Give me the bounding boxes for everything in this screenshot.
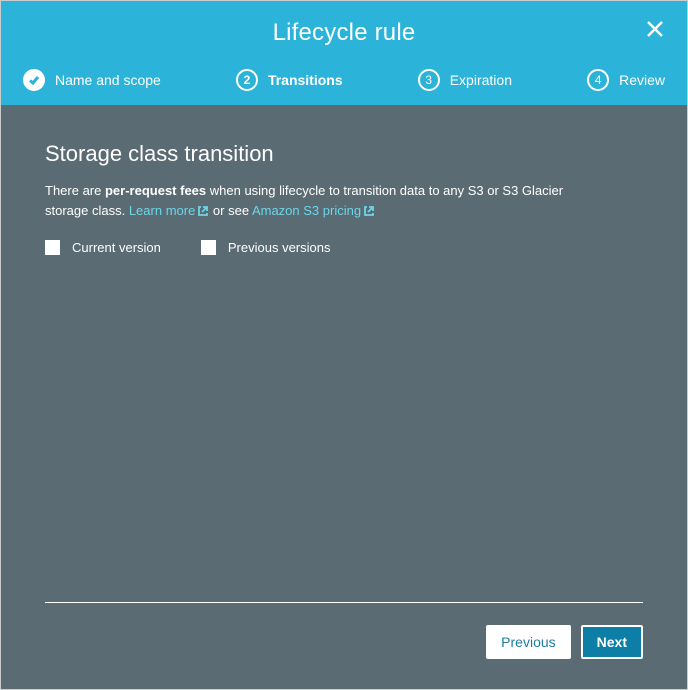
- modal-body: Storage class transition There are per-r…: [1, 105, 687, 689]
- step-check-icon: [23, 69, 45, 91]
- checkbox-row: Current version Previous versions: [45, 240, 643, 255]
- checkbox-icon: [45, 240, 60, 255]
- desc-text-bold: per-request fees: [105, 183, 206, 198]
- step-transitions[interactable]: 2 Transitions: [236, 69, 343, 91]
- step-number-icon: 3: [418, 69, 440, 91]
- external-link-icon: [363, 203, 375, 223]
- step-name-and-scope[interactable]: Name and scope: [23, 69, 161, 91]
- step-label: Review: [619, 72, 665, 88]
- desc-text-pre: There are: [45, 183, 105, 198]
- close-icon: [645, 19, 665, 39]
- modal-footer: Previous Next: [45, 625, 643, 669]
- checkbox-label: Current version: [72, 240, 161, 255]
- external-link-icon: [197, 203, 209, 223]
- step-review[interactable]: 4 Review: [587, 69, 665, 91]
- modal-title: Lifecycle rule: [21, 19, 667, 47]
- divider: [45, 602, 643, 603]
- current-version-checkbox[interactable]: Current version: [45, 240, 161, 255]
- learn-more-link[interactable]: Learn more: [129, 203, 209, 218]
- section-description: There are per-request fees when using li…: [45, 181, 605, 222]
- step-label: Transitions: [268, 72, 343, 88]
- step-number-icon: 4: [587, 69, 609, 91]
- step-label: Name and scope: [55, 72, 161, 88]
- step-number-icon: 2: [236, 69, 258, 91]
- previous-button[interactable]: Previous: [486, 625, 570, 659]
- checkbox-label: Previous versions: [228, 240, 331, 255]
- desc-text-or: or see: [209, 203, 252, 218]
- checkbox-icon: [201, 240, 216, 255]
- wizard-steps: Name and scope 2 Transitions 3 Expiratio…: [21, 69, 667, 105]
- pricing-link[interactable]: Amazon S3 pricing: [252, 203, 375, 218]
- previous-versions-checkbox[interactable]: Previous versions: [201, 240, 331, 255]
- next-button[interactable]: Next: [581, 625, 643, 659]
- lifecycle-rule-modal: Lifecycle rule Name and scope 2 Transiti…: [0, 0, 688, 690]
- step-label: Expiration: [450, 72, 512, 88]
- pricing-label: Amazon S3 pricing: [252, 203, 361, 218]
- close-button[interactable]: [641, 15, 669, 43]
- section-title: Storage class transition: [45, 141, 643, 167]
- learn-more-label: Learn more: [129, 203, 195, 218]
- modal-header: Lifecycle rule Name and scope 2 Transiti…: [1, 1, 687, 105]
- step-expiration[interactable]: 3 Expiration: [418, 69, 512, 91]
